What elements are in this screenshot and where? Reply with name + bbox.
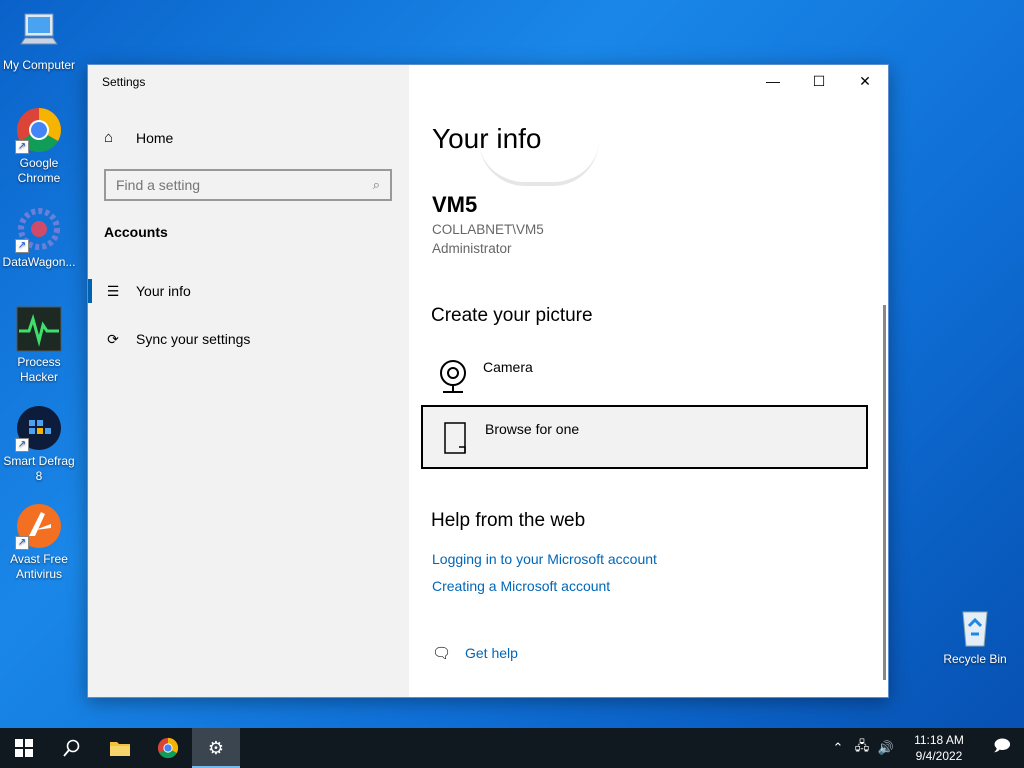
window-title: Settings — [102, 75, 146, 89]
taskbar-chrome[interactable] — [144, 728, 192, 768]
desktop-icon-smart-defrag[interactable]: ↗ Smart Defrag 8 — [0, 404, 78, 484]
desktop-icon-google-chrome[interactable]: ↗ Google Chrome — [0, 106, 78, 186]
shortcut-arrow-icon: ↗ — [15, 140, 29, 154]
taskbar-settings[interactable]: ⚙ — [192, 728, 240, 768]
search-button[interactable] — [48, 728, 96, 768]
window-controls: — ☐ ✕ — [750, 65, 888, 97]
desktop-icon-label: Smart Defrag 8 — [3, 454, 75, 483]
shortcut-arrow-icon: ↗ — [15, 438, 29, 452]
camera-label: Camera — [483, 359, 533, 375]
network-icon[interactable]: 🖧 — [850, 737, 874, 759]
windows-icon — [15, 739, 33, 757]
desktop-icon-avast[interactable]: ↗ Avast Free Antivirus — [0, 502, 78, 582]
desktop-icon-label: Avast Free Antivirus — [10, 552, 68, 581]
get-help-link[interactable]: 🗨 Get help — [432, 644, 518, 662]
start-button[interactable] — [0, 728, 48, 768]
search-icon — [63, 739, 80, 757]
notification-icon[interactable]: 🗩 — [980, 735, 1024, 762]
sidebar-item-sync-settings[interactable]: ⟳ Sync your settings — [88, 321, 409, 357]
clock-time: 11:18 AM — [914, 733, 964, 747]
desktop-icon-label: DataWagon... — [2, 255, 76, 269]
scrollbar[interactable] — [883, 305, 886, 680]
browse-option[interactable]: Browse for one — [421, 405, 868, 469]
chrome-icon — [157, 737, 179, 759]
chat-help-icon: 🗨 — [432, 645, 452, 662]
datawagon-icon: ↗ — [15, 205, 63, 253]
avast-icon: ↗ — [15, 502, 63, 550]
sidebar-item-label: Sync your settings — [136, 331, 251, 347]
user-name: VM5 — [432, 192, 478, 217]
settings-content: — ☐ ✕ Your info VM5 COLLABNET\VM5 Admini… — [409, 65, 888, 697]
taskbar: ⚙ ⌃ 🖧 🔊 11:18 AM 9/4/2022 🗩 — [0, 728, 1024, 768]
avatar — [479, 140, 599, 186]
desktop-icon-my-computer[interactable]: My Computer — [0, 8, 78, 73]
sidebar-item-your-info[interactable]: ☰ Your info — [88, 273, 409, 309]
chevron-up-icon[interactable]: ⌃ — [826, 740, 850, 756]
desktop-icon-process-hacker[interactable]: Process Hacker — [0, 305, 78, 385]
file-icon — [439, 421, 473, 455]
chrome-icon: ↗ — [15, 106, 63, 154]
person-list-icon: ☰ — [106, 282, 120, 299]
clock-date: 9/4/2022 — [915, 749, 963, 763]
sync-icon: ⟳ — [107, 330, 119, 347]
smart-defrag-icon: ↗ — [15, 404, 63, 452]
desktop-icon-datawagon[interactable]: ↗ DataWagon... — [0, 205, 78, 270]
get-help-label: Get help — [465, 645, 518, 661]
browse-label: Browse for one — [485, 421, 580, 437]
clock[interactable]: 11:18 AM 9/4/2022 — [904, 732, 974, 764]
search-setting-box[interactable]: ⌕ — [104, 169, 392, 201]
taskbar-file-explorer[interactable] — [96, 728, 144, 768]
settings-window: Settings ⌂ Home ⌕ Accounts ☰ Your info ⟳… — [87, 64, 889, 698]
desktop-icon-label: Recycle Bin — [943, 652, 1007, 666]
search-icon: ⌕ — [372, 177, 380, 192]
shortcut-arrow-icon: ↗ — [15, 239, 29, 253]
folder-icon — [110, 742, 130, 756]
settings-sidebar: Settings ⌂ Home ⌕ Accounts ☰ Your info ⟳… — [88, 65, 409, 697]
desktop-icon-label: Google Chrome — [17, 156, 61, 185]
desktop-icon-recycle-bin[interactable]: Recycle Bin — [936, 602, 1014, 667]
process-hacker-icon — [15, 305, 63, 353]
create-picture-heading: Create your picture — [431, 305, 593, 326]
user-role: Administrator — [432, 241, 512, 256]
camera-option[interactable]: Camera — [421, 345, 868, 409]
shortcut-arrow-icon: ↗ — [15, 536, 29, 550]
user-account: COLLABNET\VM5 — [432, 222, 544, 237]
search-input[interactable] — [116, 177, 373, 193]
help-heading: Help from the web — [431, 510, 586, 531]
section-label-accounts: Accounts — [104, 224, 168, 240]
close-button[interactable]: ✕ — [842, 65, 888, 97]
volume-icon[interactable]: 🔊 — [874, 740, 898, 756]
system-tray: ⌃ 🖧 🔊 11:18 AM 9/4/2022 🗩 — [826, 728, 1024, 768]
desktop-icon-label: Process Hacker — [17, 355, 61, 384]
computer-icon — [15, 8, 63, 56]
minimize-button[interactable]: — — [750, 65, 796, 97]
sidebar-item-label: Your info — [136, 283, 191, 299]
nav-home[interactable]: ⌂ Home — [104, 129, 173, 146]
link-logging-in[interactable]: Logging in to your Microsoft account — [432, 551, 657, 567]
maximize-button[interactable]: ☐ — [796, 65, 842, 97]
recycle-bin-icon — [951, 602, 999, 650]
desktop-icon-label: My Computer — [2, 58, 76, 72]
camera-icon — [437, 359, 471, 393]
link-create-account[interactable]: Creating a Microsoft account — [432, 578, 610, 594]
home-icon: ⌂ — [104, 129, 114, 146]
nav-home-label: Home — [136, 129, 174, 146]
gear-icon: ⚙ — [207, 737, 225, 758]
